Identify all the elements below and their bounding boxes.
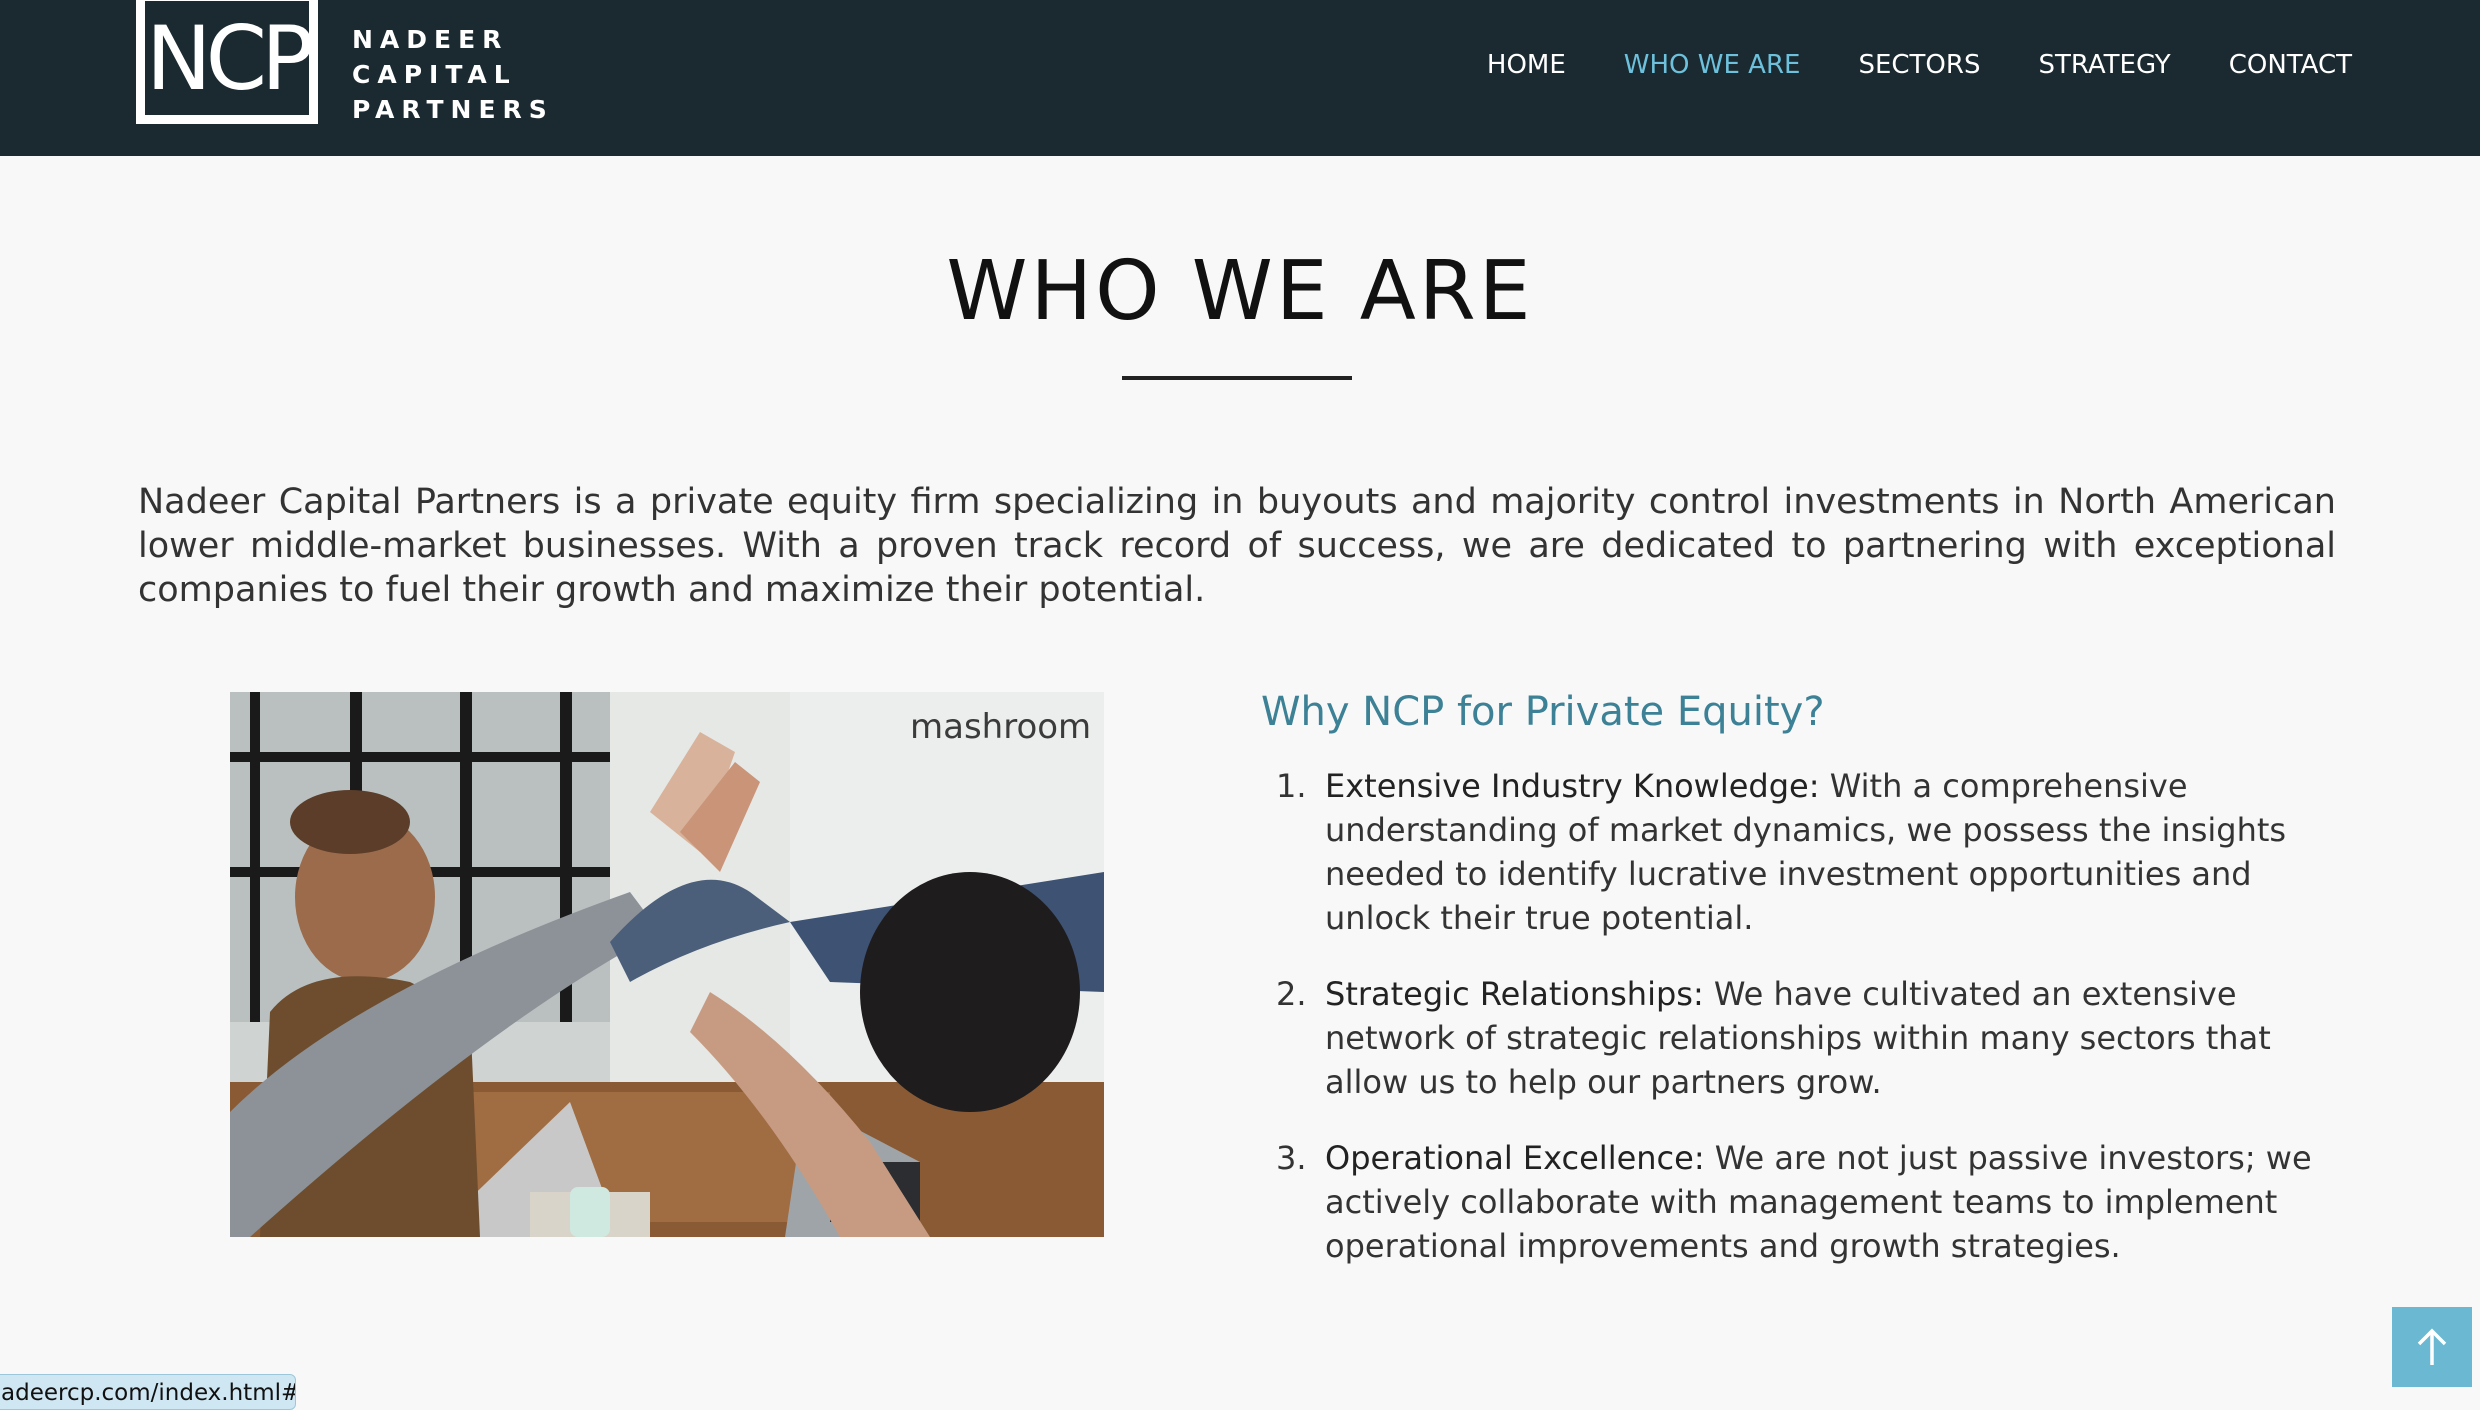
list-term: Operational Excellence:	[1325, 1139, 1705, 1177]
nav-sectors[interactable]: SECTORS	[1858, 46, 1980, 84]
nav-who-we-are[interactable]: WHO WE ARE	[1624, 46, 1801, 84]
intro-paragraph: Nadeer Capital Partners is a private equ…	[138, 482, 2336, 610]
list-item: 2. Strategic Relationships: We have cult…	[1276, 972, 2356, 1104]
logo-mark[interactable]: NCP	[136, 0, 318, 124]
nav-contact[interactable]: CONTACT	[2229, 46, 2352, 84]
list-number: 2.	[1276, 975, 1307, 1013]
logo-line-nadeer: NADEER	[352, 25, 509, 54]
why-ncp-list: 1. Extensive Industry Knowledge: With a …	[1276, 764, 2356, 1300]
page-title: WHO WE ARE	[946, 244, 1534, 339]
scroll-to-top-button[interactable]	[2392, 1307, 2472, 1387]
browser-status-url: adeercp.com/index.html#	[0, 1374, 296, 1410]
nav-strategy[interactable]: STRATEGY	[2038, 46, 2170, 84]
logo-line-capital: CAPITAL	[352, 60, 517, 89]
list-number: 1.	[1276, 767, 1307, 805]
list-term: Extensive Industry Knowledge:	[1325, 767, 1820, 805]
title-divider	[1122, 376, 1352, 380]
list-number: 3.	[1276, 1139, 1307, 1177]
logo-wordmark[interactable]: NADEER CAPITAL PARTNERS	[352, 22, 554, 127]
logo-monogram: NCP	[145, 7, 314, 110]
list-term: Strategic Relationships:	[1325, 975, 1704, 1013]
arrow-up-icon	[2417, 1328, 2447, 1365]
photo-illustration: mashroom	[230, 692, 1104, 1237]
main-nav: HOME WHO WE ARE SECTORS STRATEGY CONTACT	[1487, 46, 2352, 84]
top-navbar: NCP NADEER CAPITAL PARTNERS HOME WHO WE …	[0, 0, 2480, 156]
why-ncp-heading: Why NCP for Private Equity?	[1261, 689, 1825, 735]
list-item: 1. Extensive Industry Knowledge: With a …	[1276, 764, 2356, 940]
team-high-five-photo: mashroom	[230, 692, 1104, 1237]
list-item: 3. Operational Excellence: We are not ju…	[1276, 1136, 2356, 1268]
logo-line-partners: PARTNERS	[352, 95, 554, 124]
wall-sign-text: mashroom	[910, 707, 1091, 747]
nav-home[interactable]: HOME	[1487, 46, 1566, 84]
